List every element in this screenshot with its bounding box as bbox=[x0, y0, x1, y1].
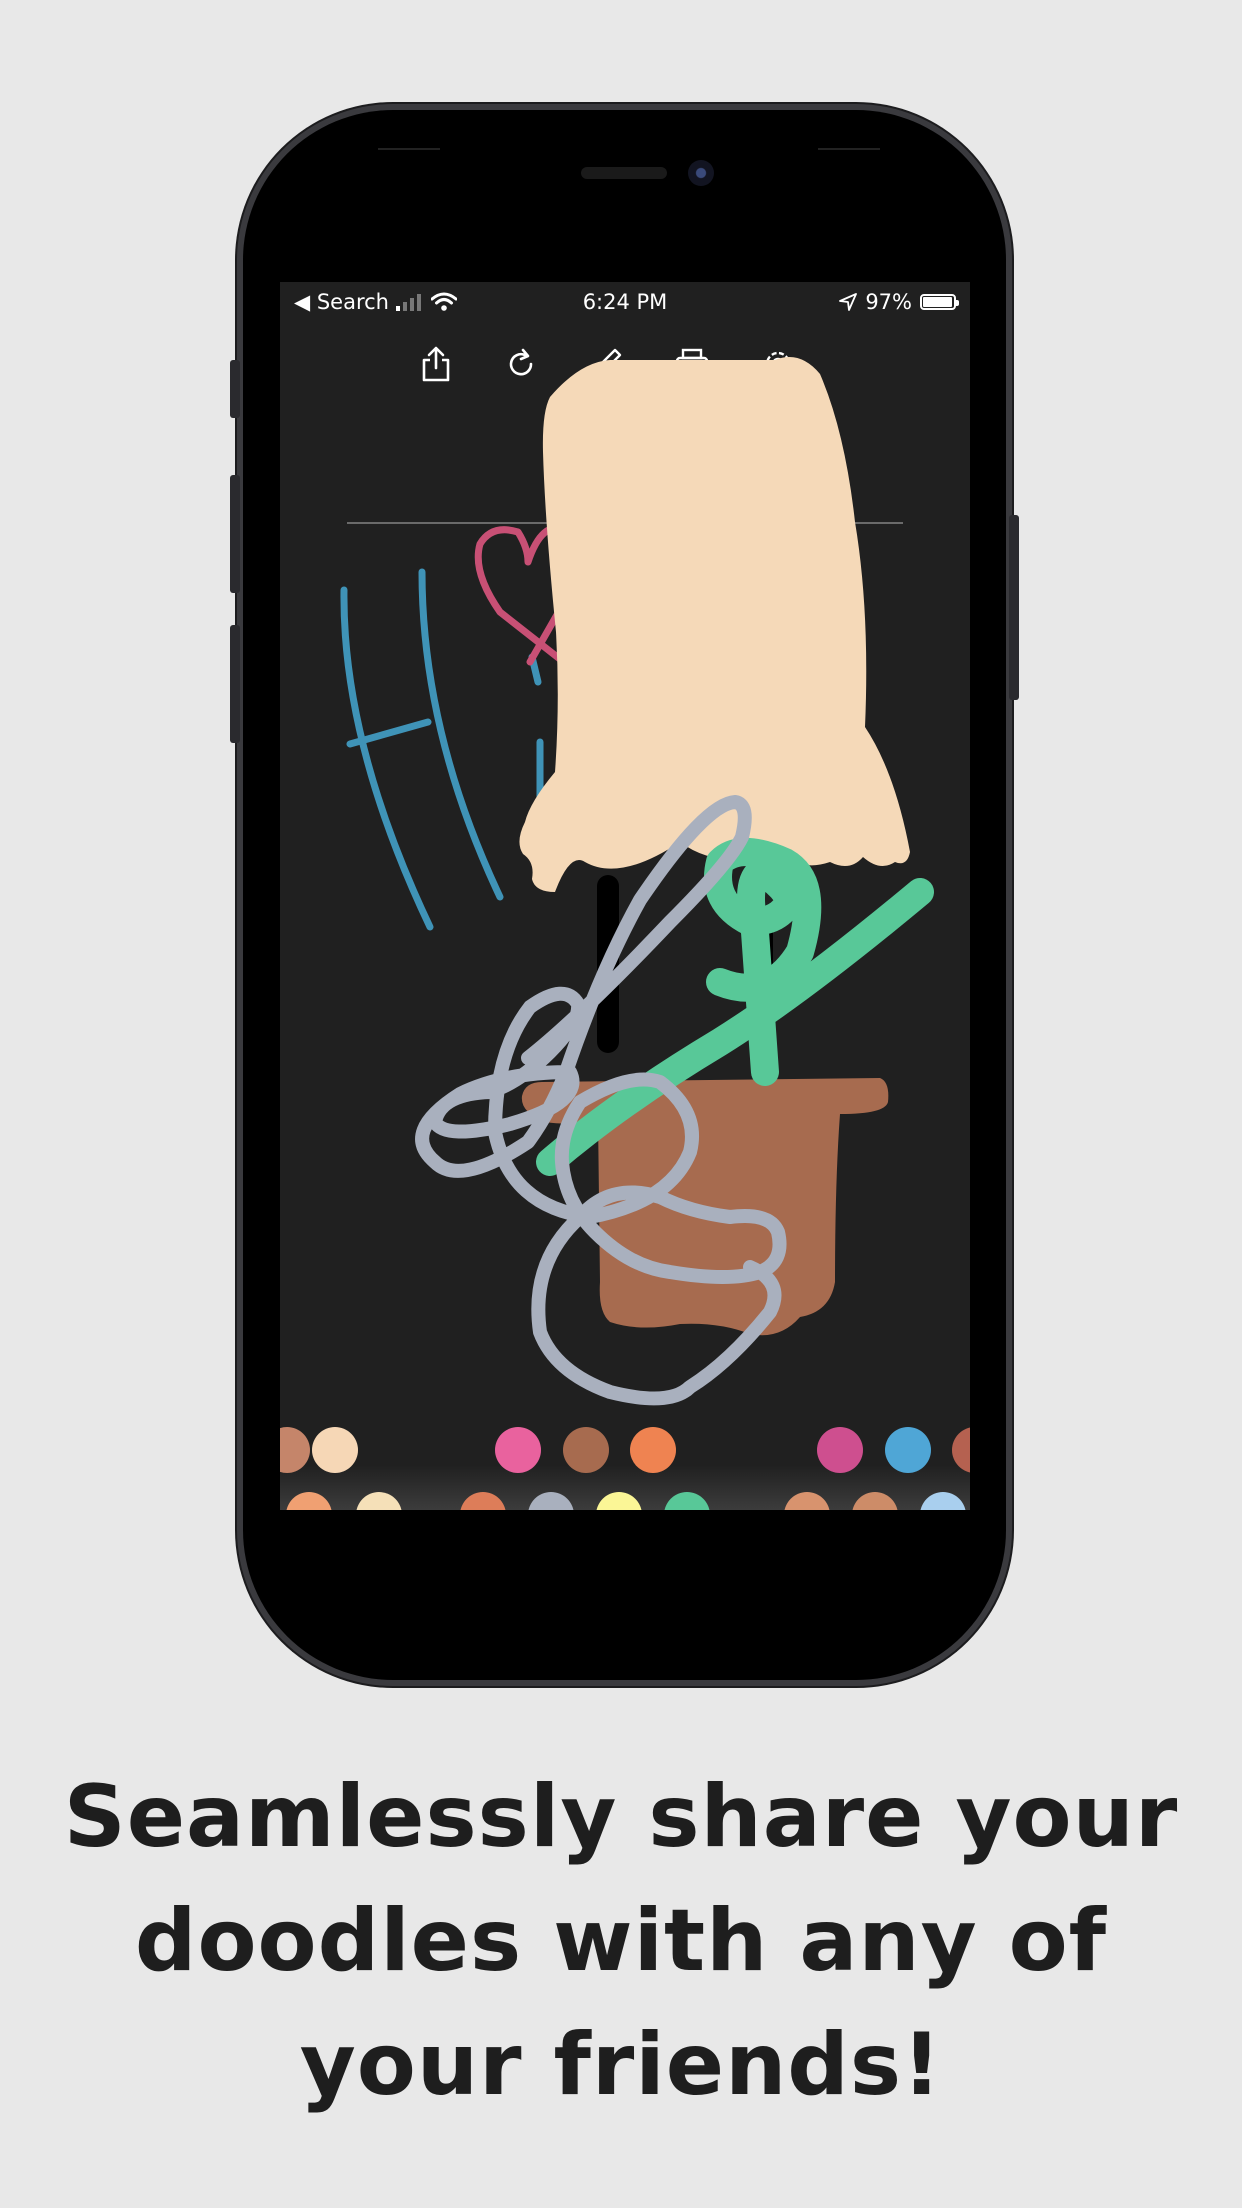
caption-line-2: doodles with any of bbox=[134, 1891, 1108, 1991]
status-bar: ◀ Search 6:24 PM 97% bbox=[280, 282, 970, 324]
caption-line-1: Seamlessly share your bbox=[63, 1767, 1179, 1867]
phone-frame: ◀ Search 6:24 PM 97% bbox=[230, 110, 1019, 1680]
color-swatch-top-3[interactable] bbox=[495, 1427, 541, 1473]
earpiece-speaker bbox=[581, 167, 667, 179]
antenna-line-left bbox=[378, 148, 440, 150]
color-swatch-top-7[interactable] bbox=[885, 1427, 931, 1473]
volume-up-button bbox=[230, 475, 240, 593]
color-swatch-bottom-3[interactable] bbox=[460, 1492, 506, 1510]
color-swatch-bottom-2[interactable] bbox=[356, 1492, 402, 1510]
color-swatch-bottom-8[interactable] bbox=[852, 1492, 898, 1510]
color-swatch-top-8[interactable] bbox=[952, 1427, 970, 1473]
battery-icon bbox=[920, 294, 959, 310]
color-swatch-top-5[interactable] bbox=[630, 1427, 676, 1473]
battery-percent: 97% bbox=[865, 290, 912, 314]
volume-down-button bbox=[230, 625, 240, 743]
color-swatch-top-2[interactable] bbox=[312, 1427, 358, 1473]
caption-line-3: your friends! bbox=[299, 2015, 943, 2115]
status-right: 97% bbox=[839, 290, 959, 314]
mute-switch bbox=[230, 360, 240, 418]
color-swatch-bottom-1[interactable] bbox=[286, 1492, 332, 1510]
drawing-canvas[interactable] bbox=[280, 282, 970, 1510]
power-button bbox=[1009, 515, 1019, 700]
color-swatch-bottom-5[interactable] bbox=[596, 1492, 642, 1510]
location-arrow-icon bbox=[839, 293, 858, 311]
color-swatch-bottom-7[interactable] bbox=[784, 1492, 830, 1510]
antenna-line-right bbox=[818, 148, 880, 150]
color-palette bbox=[280, 1422, 970, 1510]
app-screen: ◀ Search 6:24 PM 97% bbox=[280, 282, 970, 1510]
front-camera bbox=[688, 160, 714, 186]
color-swatch-top-4[interactable] bbox=[563, 1427, 609, 1473]
color-swatch-top-6[interactable] bbox=[817, 1427, 863, 1473]
caption: Seamlessly share your doodles with any o… bbox=[0, 1755, 1242, 2127]
blue-doodle-strokes bbox=[340, 568, 544, 931]
color-swatch-bottom-4[interactable] bbox=[528, 1492, 574, 1510]
color-swatch-bottom-6[interactable] bbox=[664, 1492, 710, 1510]
color-swatch-bottom-9[interactable] bbox=[920, 1492, 966, 1510]
battery-level-fill bbox=[923, 297, 953, 307]
color-swatch-top-1[interactable] bbox=[280, 1427, 310, 1473]
